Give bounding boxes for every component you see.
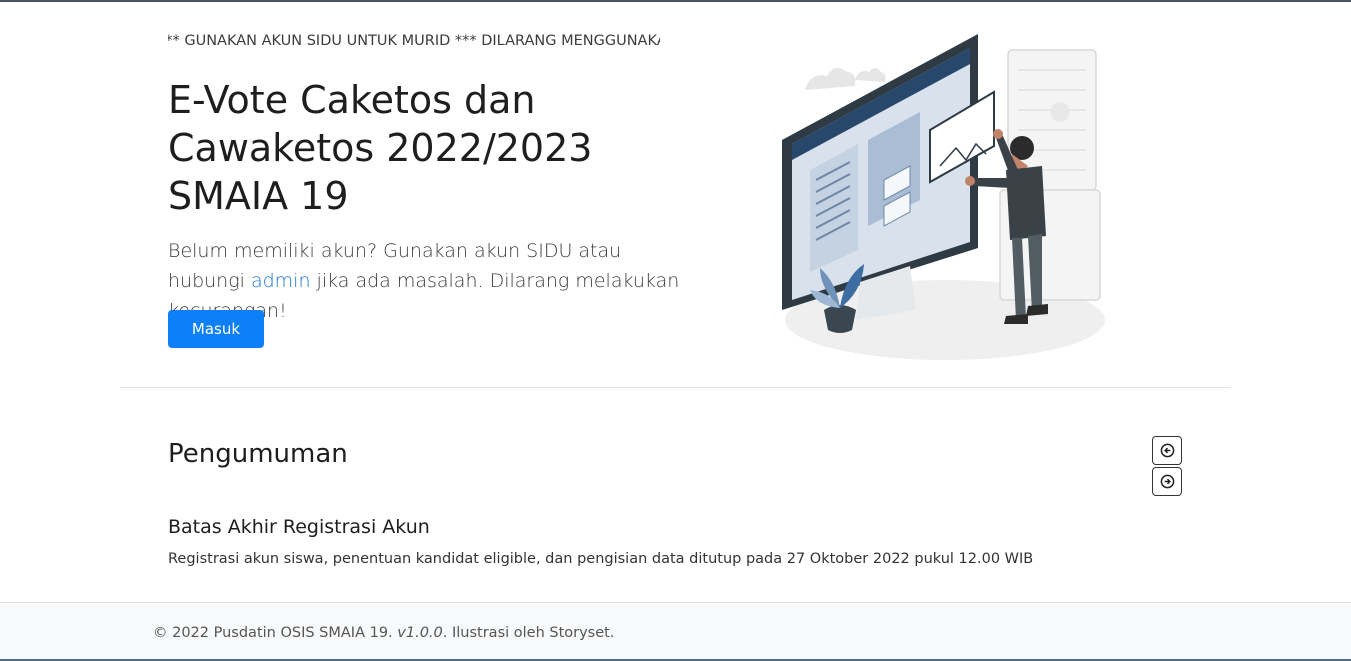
announcement-title: Batas Akhir Registrasi Akun xyxy=(168,516,430,538)
announcement-marquee: *** GUNAKAN AKUN SIDU UNTUK MURID *** DI… xyxy=(168,31,660,51)
announcements-heading: Pengumuman xyxy=(168,439,348,469)
footer-credit: . Ilustrasi oleh Storyset. xyxy=(442,625,615,641)
marquee-text: *** GUNAKAN AKUN SIDU UNTUK MURID *** DI… xyxy=(168,33,660,49)
section-divider xyxy=(120,387,1230,388)
top-border xyxy=(0,0,1351,2)
announcement-next-button[interactable] xyxy=(1152,467,1182,496)
arrow-right-circle-icon xyxy=(1160,474,1174,489)
footer: © 2022 Pusdatin OSIS SMAIA 19. v1.0.0. I… xyxy=(0,602,1351,660)
announcement-prev-button[interactable] xyxy=(1152,436,1182,465)
admin-link[interactable]: admin xyxy=(251,270,311,292)
login-button[interactable]: Masuk xyxy=(168,310,264,348)
arrow-left-circle-icon xyxy=(1160,443,1174,458)
voting-illustration xyxy=(782,34,1105,360)
footer-version: v1.0.0 xyxy=(397,625,443,641)
page-title: E-Vote Caketos dan Cawaketos 2022/2023 S… xyxy=(168,78,593,218)
footer-copyright: © 2022 Pusdatin OSIS SMAIA 19. xyxy=(153,625,398,641)
announcement-body: Registrasi akun siswa, penentuan kandida… xyxy=(168,551,1034,567)
footer-text: © 2022 Pusdatin OSIS SMAIA 19. v1.0.0. I… xyxy=(153,623,614,643)
